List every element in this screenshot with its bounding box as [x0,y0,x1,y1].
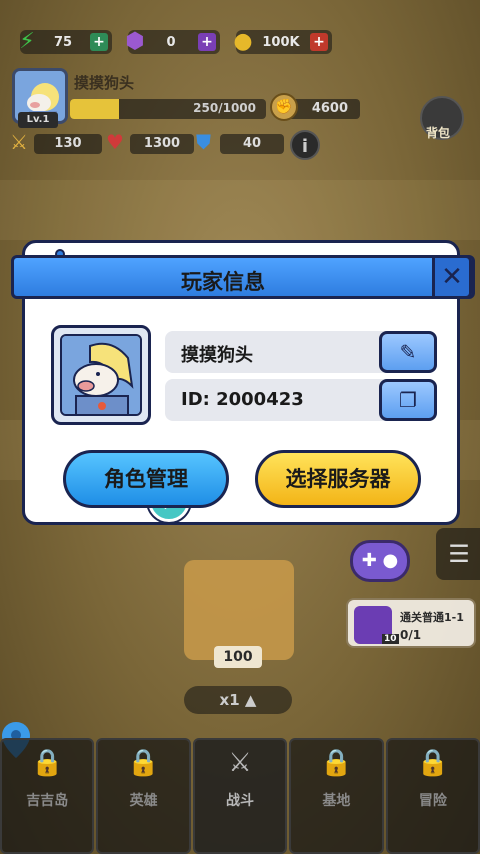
modal-header: 玩家信息 ✕ [11,255,475,299]
player-name: 摸摸狗头 [181,345,253,366]
player-id: ID: 2000423 [181,389,304,410]
player-info-modal: 玩家信息 ✕ ⇄ 摸摸狗头 ✎ ID: 2000423 ❐ 角色管理 选择服务器 [11,240,475,525]
edit-name-button[interactable]: ✎ [379,331,437,373]
role-management-button[interactable]: 角色管理 [63,450,229,508]
close-icon: ✕ [441,262,463,292]
copy-id-button[interactable]: ❐ [379,379,437,421]
copy-icon: ❐ [399,388,417,412]
select-server-button[interactable]: 选择服务器 [255,450,421,508]
edit-icon: ✎ [399,340,417,364]
profile-picture[interactable]: ⇄ [51,325,190,522]
name-field: 摸摸狗头 ✎ [165,331,437,373]
profile-character-icon [60,334,142,416]
modal-title: 玩家信息 [181,270,265,294]
id-field: ID: 2000423 ❐ [165,379,437,421]
close-button[interactable]: ✕ [432,255,472,299]
